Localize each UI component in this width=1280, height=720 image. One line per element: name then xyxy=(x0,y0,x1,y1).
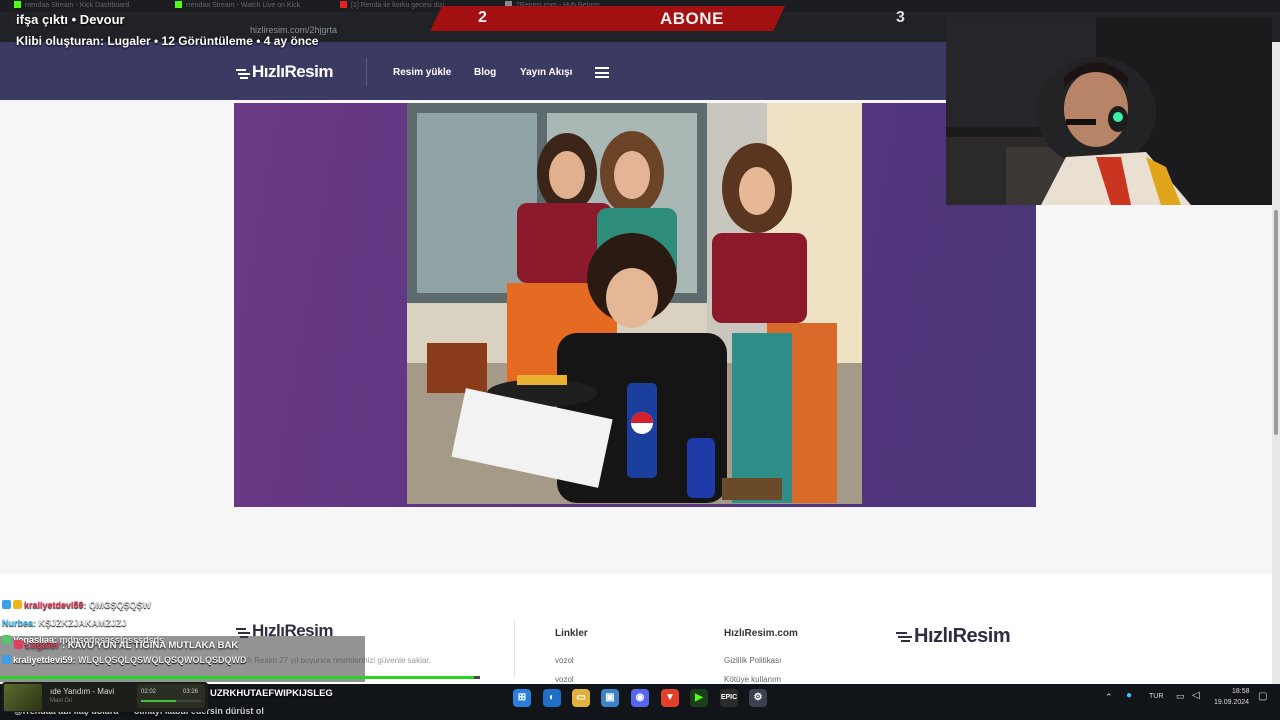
network-icon[interactable]: ▭ xyxy=(1176,691,1185,702)
screen: rrendaa Stream - Kick Dashboard rrendaa … xyxy=(0,0,1280,720)
scrollbar-thumb[interactable] xyxy=(1274,210,1278,435)
footer-right-logo[interactable]: HızlıResim xyxy=(896,625,1011,648)
copilot-icon[interactable]: ◐ xyxy=(543,689,561,707)
header-divider xyxy=(366,58,367,86)
footer-privacy-link[interactable]: Gizlilik Politikası xyxy=(724,656,781,665)
footer-site-title: HızlıResim.com xyxy=(724,628,798,639)
file-explorer-icon[interactable]: ▭ xyxy=(572,689,590,707)
tab-kick-watch[interactable]: rrendaa Stream - Watch Live on Kick xyxy=(175,0,335,12)
clip-title: ifşa çıktı • Devour xyxy=(16,12,125,27)
youtube-icon xyxy=(340,1,347,8)
kick-icon xyxy=(14,1,21,8)
clock-date[interactable]: 19.09.2024 xyxy=(1214,699,1249,706)
chat-message: UZRKHUTAEFWIPKIJSLEG xyxy=(210,688,333,699)
total-time: 03:26 xyxy=(183,689,199,695)
webcam-illustration xyxy=(946,17,1272,205)
crown-badge-icon xyxy=(13,600,22,609)
clip-meta: Klibi oluşturan: Lugaler • 12 Görüntülem… xyxy=(16,34,319,48)
kick-icon[interactable]: ▶ xyxy=(690,689,708,707)
chat-message: kraliyetdevi59: QMGŞQŞQŞW xyxy=(2,600,151,610)
album-art xyxy=(4,684,42,711)
kick-icon xyxy=(175,1,182,8)
nav-yayin-akisi[interactable]: Yayın Akışı xyxy=(520,67,572,78)
chat-message: Lugaler : KAVU YUN AL TIGINA MUTLAKA BAK xyxy=(14,640,238,651)
photo-illustration xyxy=(407,103,862,504)
nav-resim-yukle[interactable]: Resim yükle xyxy=(393,67,451,78)
microphone-icon[interactable]: ● xyxy=(1126,690,1132,701)
sub-badge-icon xyxy=(2,655,11,664)
footer-link[interactable]: vozol xyxy=(555,675,574,684)
webcam-feed xyxy=(946,17,1272,205)
menu-icon[interactable] xyxy=(595,67,609,78)
tab-kick-dashboard[interactable]: rrendaa Stream - Kick Dashboard xyxy=(14,0,164,12)
nav-blog[interactable]: Blog xyxy=(474,67,496,78)
clock-time[interactable]: 18:58 xyxy=(1232,688,1250,695)
brave-icon[interactable]: ▼ xyxy=(661,689,679,707)
volume-icon[interactable]: ◁ xyxy=(1192,690,1200,701)
alert-progress-fill xyxy=(0,676,474,679)
sub-goal-label: ABONE xyxy=(660,9,724,28)
discord-icon[interactable]: ◉ xyxy=(631,689,649,707)
site-header xyxy=(0,42,946,100)
sub-badge-icon xyxy=(2,600,11,609)
speed-lines-icon xyxy=(896,631,912,642)
epic-games-icon[interactable]: EPIC xyxy=(720,689,738,707)
elapsed-time: 02:02 xyxy=(141,689,157,695)
speed-lines-icon xyxy=(236,68,250,79)
sub-goal-target: 3 xyxy=(896,9,905,26)
song-title: ıde Yandım - Mavi xyxy=(50,687,115,696)
site-logo[interactable]: HızlıResim xyxy=(236,62,333,82)
footer-divider xyxy=(514,620,515,678)
song-artist: Mavi Gri xyxy=(50,698,73,704)
chat-message: kraliyetdevi59: WLQLQSQLQSWQLQSQWOLQSDQW… xyxy=(2,655,247,665)
settings-icon[interactable]: ⚙ xyxy=(749,689,767,707)
chevron-up-icon[interactable]: ⌃ xyxy=(1105,692,1113,703)
footer-link[interactable]: vozol xyxy=(555,656,574,665)
sub-badge-icon xyxy=(2,635,11,644)
chat-message: Nurbea: KŞJZKZJAKAMZJZJ xyxy=(2,618,127,628)
uploaded-photo[interactable] xyxy=(407,103,862,504)
footer-abuse-link[interactable]: Kötüye kullanım xyxy=(724,675,781,684)
windows-start-icon[interactable]: ⊞ xyxy=(513,689,531,707)
sub-goal-current: 2 xyxy=(478,9,487,26)
footer-links-title: Linkler xyxy=(555,628,588,639)
notification-icon[interactable]: ▢ xyxy=(1258,691,1267,702)
heart-badge-icon xyxy=(14,640,23,649)
language-indicator[interactable]: TUR xyxy=(1149,693,1163,700)
song-progress-fill xyxy=(141,700,177,702)
store-icon[interactable]: ▣ xyxy=(601,689,619,707)
playback-panel xyxy=(137,684,205,708)
